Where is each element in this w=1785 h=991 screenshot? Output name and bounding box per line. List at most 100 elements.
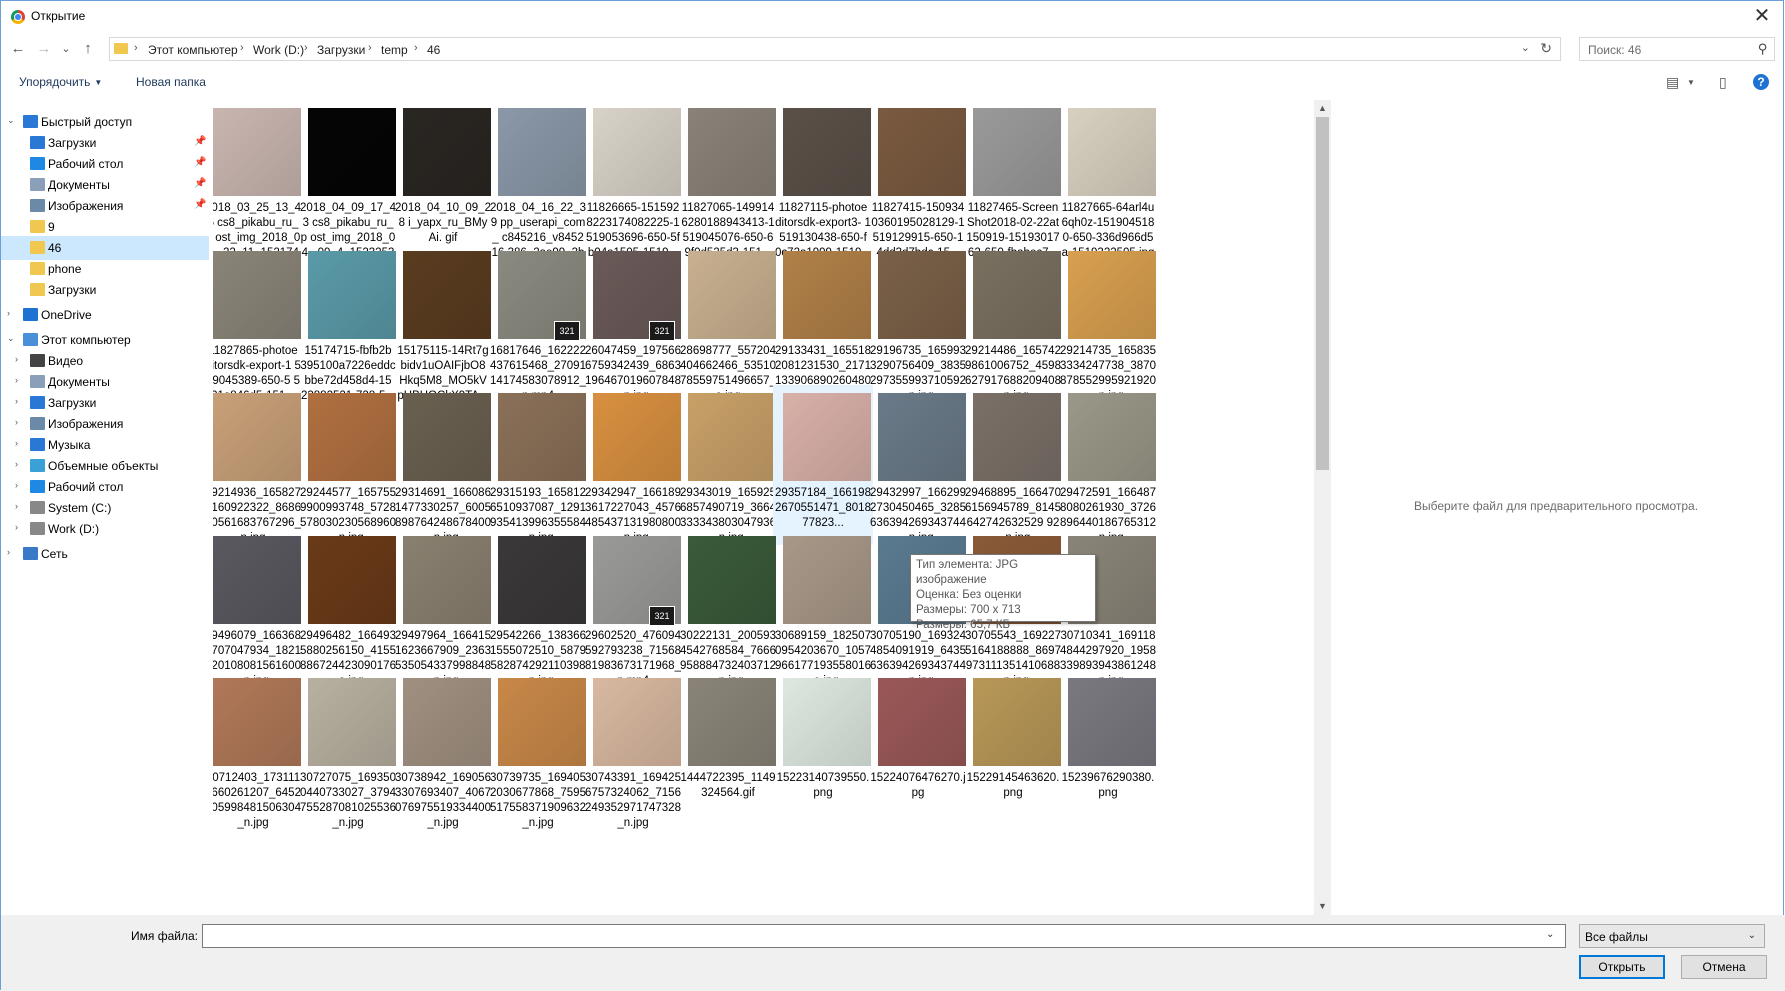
sidebar-item-19[interactable]: › Work (D:): [1, 517, 209, 541]
file-item[interactable]: 29343019_165925 6857490719_3664 33334380…: [678, 385, 778, 545]
file-item[interactable]: 321 16817646_162222 437615468_27091 14174…: [488, 243, 588, 403]
breadcrumb-46[interactable]: 46: [427, 43, 440, 57]
search-icon[interactable]: ⚲: [1758, 41, 1768, 57]
file-item[interactable]: 2018_04_09_17_43 cs8_pikabu_ru_p ost_img…: [298, 100, 398, 260]
chevron-right-icon[interactable]: ›: [15, 417, 18, 427]
sidebar-item-9[interactable]: › OneDrive: [1, 303, 209, 327]
sidebar-item-8[interactable]: Загрузки: [1, 278, 209, 302]
file-item[interactable]: 2018_03_25_13_46 cs8_pikabu_ru_p ost_img…: [213, 100, 303, 260]
file-item[interactable]: 29496482_166493 5880256150_4155 88672442…: [298, 528, 398, 688]
file-item[interactable]: 29357184_166198 2670551471_8018 77823...: [773, 385, 873, 545]
file-item[interactable]: 11827115-photoe ditorsdk-export3- 151913…: [773, 100, 873, 260]
help-icon[interactable]: ?: [1753, 74, 1769, 90]
view-options-arrow-icon[interactable]: ▼: [1687, 78, 1695, 87]
file-item[interactable]: 15223140739550. png: [773, 670, 873, 830]
file-item[interactable]: 11827665-64arl4u 6qh0z-151904518 0-650-3…: [1058, 100, 1158, 260]
file-item[interactable]: 29214486_165742 9861006752_4598 62791768…: [963, 243, 1063, 403]
file-item[interactable]: 15175115-14Rt7g bidv1uOAIFjbO8 Hkq5M8_MO…: [393, 243, 493, 403]
refresh-icon[interactable]: ↻: [1540, 40, 1552, 57]
chevron-down-icon[interactable]: ⌄: [7, 115, 15, 126]
drive-icon: [30, 501, 45, 514]
file-item[interactable]: 30743391_169425 6757324062_7156 24935297…: [583, 670, 683, 830]
scroll-down-icon[interactable]: ▼: [1314, 898, 1331, 915]
change-view-icon[interactable]: ▤: [1666, 74, 1679, 91]
recent-locations-icon[interactable]: ⌄: [57, 40, 75, 58]
file-item[interactable]: 15224076476270.j pg: [868, 670, 968, 830]
address-bar[interactable]: › Этот компьютер › Work (D:) › Загрузки …: [109, 37, 1561, 61]
address-dropdown-icon[interactable]: ⌄: [1521, 41, 1530, 54]
file-item[interactable]: 29496079_166368 4707047934_1821 22010808…: [213, 528, 303, 688]
command-bar: Упорядочить ▼ Новая папка ▤ ▼ ▯ ?: [1, 67, 1783, 97]
search-input[interactable]: Поиск: 46 ⚲: [1579, 37, 1775, 61]
file-item[interactable]: 29315193_165812 6510937087_1291 93541399…: [488, 385, 588, 545]
file-item[interactable]: 11827065-149914 6280188943413-1 51904507…: [678, 100, 778, 260]
chevron-right-icon[interactable]: ›: [7, 547, 10, 557]
file-item[interactable]: 30727075_169350 0440733027_3794 75528708…: [298, 670, 398, 830]
scroll-up-icon[interactable]: ▲: [1314, 100, 1331, 117]
breadcrumb-temp[interactable]: temp: [381, 43, 408, 57]
chevron-right-icon[interactable]: ›: [15, 438, 18, 448]
file-item[interactable]: 29196735_165993 3290756409_3835 29735599…: [868, 243, 968, 403]
file-item[interactable]: 29472591_166487 8080261930_3726 89644018…: [1058, 385, 1158, 545]
scroll-thumb[interactable]: [1316, 117, 1329, 470]
close-button[interactable]: ✕: [1751, 5, 1773, 27]
chevron-right-icon[interactable]: ›: [15, 501, 18, 511]
chevron-right-icon[interactable]: ›: [15, 480, 18, 490]
preview-pane-icon[interactable]: ▯: [1719, 74, 1727, 91]
music-icon: [30, 438, 45, 451]
chevron-right-icon[interactable]: ›: [15, 354, 18, 364]
breadcrumb-downloads[interactable]: Загрузки: [317, 43, 365, 57]
back-arrow-icon[interactable]: ←: [9, 40, 27, 58]
file-item[interactable]: 29244577_165755 9900993748_5728 57803023…: [298, 385, 398, 545]
file-item[interactable]: 29342947_166189 3617227043_4576 48543713…: [583, 385, 683, 545]
filename-dropdown-icon[interactable]: ⌄: [1546, 929, 1554, 940]
file-item[interactable]: 29214936_165827 4160922322_8686 70561683…: [213, 385, 303, 545]
file-item[interactable]: 11827465-Screen Shot2018-02-22at 150919-…: [963, 100, 1063, 260]
organize-button[interactable]: Упорядочить ▼: [19, 75, 102, 89]
file-type-select[interactable]: Все файлы ⌄: [1579, 924, 1765, 948]
chevron-right-icon[interactable]: ›: [15, 522, 18, 532]
file-name: 30739735_169405 2030677868_7595 51755837…: [490, 772, 586, 829]
file-item[interactable]: 29133431_165518 2081231530_2171 13390689…: [773, 243, 873, 403]
open-button[interactable]: Открыть: [1579, 955, 1665, 979]
up-arrow-icon[interactable]: ↑: [79, 40, 97, 58]
file-item[interactable]: 2018_04_16_22_39 pp_userapi_com_ c845216…: [488, 100, 588, 260]
file-item[interactable]: 30739735_169405 2030677868_7595 51755837…: [488, 670, 588, 830]
sidebar-item-20[interactable]: › Сеть: [1, 542, 209, 566]
file-list-scrollbar[interactable]: ▲ ▼: [1314, 100, 1331, 915]
file-item[interactable]: 30689159_182507 0954203670_1057 96617719…: [773, 528, 873, 688]
file-item[interactable]: 11826665-151592 8223174082225-1 51905369…: [583, 100, 683, 260]
file-item[interactable]: 30222131_200593 4542768584_7666 95888473…: [678, 528, 778, 688]
chevron-right-icon[interactable]: ›: [15, 396, 18, 406]
file-item[interactable]: 321 29602520_476094 592793238_71568 81983…: [583, 528, 683, 688]
chevron-down-icon[interactable]: ⌄: [7, 333, 15, 344]
file-item[interactable]: 321 26047459_197566 6759342439_6863 19646…: [583, 243, 683, 403]
file-item[interactable]: 1444722395_1149 324564.gif: [678, 670, 778, 830]
file-item[interactable]: 2018_04_10_09_28 i_yapx_ru_BMyAi. gif: [393, 100, 493, 260]
sidebar-item-label: Загрузки: [48, 396, 97, 410]
breadcrumb-work-drive[interactable]: Work (D:): [253, 43, 304, 57]
file-item[interactable]: 29497964_166415 1623667909_2363 53505433…: [393, 528, 493, 688]
chevron-right-icon[interactable]: ›: [15, 375, 18, 385]
file-item[interactable]: 29542266_138366 1555072510_5879 58287429…: [488, 528, 588, 688]
forward-arrow-icon[interactable]: →: [35, 40, 53, 58]
new-folder-button[interactable]: Новая папка: [136, 75, 206, 89]
cancel-button[interactable]: Отмена: [1681, 955, 1767, 979]
file-item[interactable]: 29314691_166086 1477330257_6005 89876424…: [393, 385, 493, 545]
file-item[interactable]: 29214735_165835 3334247738_3870 87855299…: [1058, 243, 1158, 403]
file-item[interactable]: 30738942_169056 3307693407_4067 07697551…: [393, 670, 493, 830]
filename-input[interactable]: [202, 924, 1566, 948]
file-item[interactable]: 28698777_557204 404662466_53510 78559751…: [678, 243, 778, 403]
chevron-right-icon[interactable]: ›: [15, 459, 18, 469]
file-item[interactable]: 29468895_166470 6156945789_8145 64274263…: [963, 385, 1063, 545]
file-item[interactable]: 15239676290380. png: [1058, 670, 1158, 830]
file-item[interactable]: 15229145463620. png: [963, 670, 1063, 830]
file-item[interactable]: 29432997_166299 2730450465_3285 63639426…: [868, 385, 968, 545]
file-item[interactable]: 11827415-150934 0360195028129-1 51912991…: [868, 100, 968, 260]
breadcrumb-this-pc[interactable]: Этот компьютер: [148, 43, 238, 57]
file-item[interactable]: 11827865-photoe ditorsdk-export-1 519045…: [213, 243, 303, 403]
file-item[interactable]: 30712403_173111 5660261207_6452 80599848…: [213, 670, 303, 830]
file-thumbnail: [783, 108, 871, 196]
chevron-right-icon[interactable]: ›: [7, 308, 10, 318]
file-item[interactable]: 15174715-fbfb2b 395100a7226eddc bbe72d45…: [298, 243, 398, 403]
